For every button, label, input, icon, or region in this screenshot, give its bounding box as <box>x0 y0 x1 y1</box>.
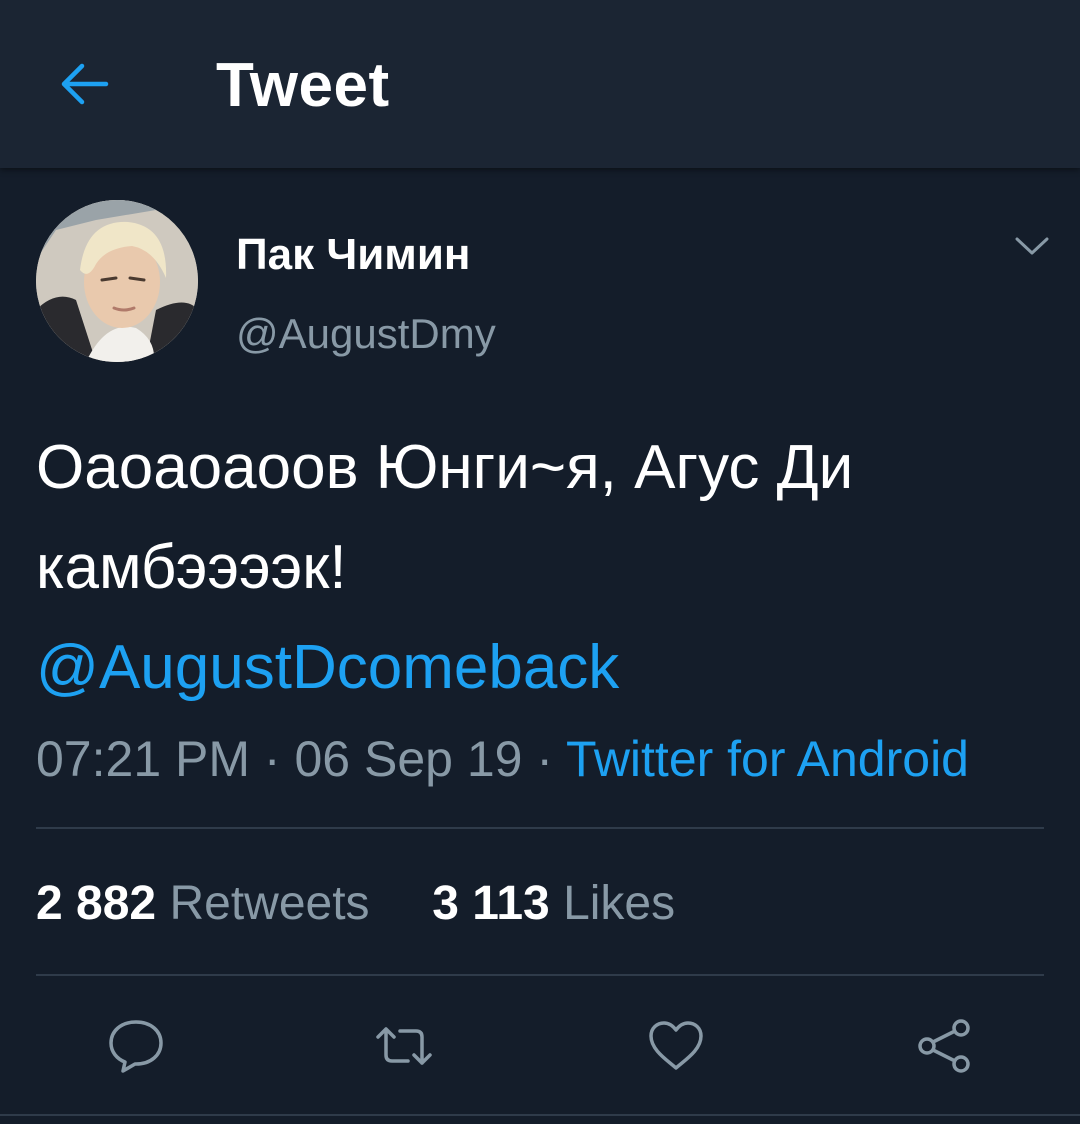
tweet-text: Оаоаоаоов Юнги~я, Агус Ди камбээээк! @Au… <box>36 418 1046 718</box>
mention-link[interactable]: @AugustDcomeback <box>36 618 1046 718</box>
page-title: Tweet <box>216 51 390 120</box>
tweet-text-line2: камбээээк! <box>36 533 347 602</box>
tweet-time: 07:21 PM <box>36 731 251 787</box>
avatar[interactable] <box>36 200 198 362</box>
likes-count: 3 113 <box>432 877 550 930</box>
avatar-image <box>36 200 198 362</box>
retweets-label: Retweets <box>169 877 370 930</box>
like-icon <box>649 1021 703 1070</box>
divider <box>0 1114 1080 1116</box>
reply-icon <box>109 1020 163 1073</box>
meta-separator: · <box>263 731 281 787</box>
tweet-text-line1: Оаоаоаоов Юнги~я, Агус Ди <box>36 433 854 502</box>
back-button[interactable] <box>52 56 116 112</box>
retweets-count: 2 882 <box>36 877 157 930</box>
retweets-stat[interactable]: 2 882 Retweets <box>36 877 383 930</box>
share-icon <box>918 1019 970 1073</box>
chevron-down-icon <box>1015 237 1049 255</box>
tweet-source-link[interactable]: Twitter for Android <box>566 731 969 787</box>
retweet-button[interactable] <box>372 1014 436 1078</box>
share-button[interactable] <box>912 1014 976 1078</box>
author-handle[interactable]: @AugustDmy <box>236 310 496 358</box>
divider <box>36 974 1044 976</box>
likes-stat[interactable]: 3 113 Likes <box>419 877 675 930</box>
author-display-name[interactable]: Пак Чимин <box>236 230 470 280</box>
retweet-icon <box>376 1027 432 1065</box>
meta-separator: · <box>536 731 554 787</box>
top-app-bar: Tweet <box>0 0 1080 168</box>
likes-label: Likes <box>563 877 676 930</box>
reply-button[interactable] <box>104 1014 168 1078</box>
divider <box>36 827 1044 829</box>
arrow-left-icon <box>61 63 109 105</box>
more-options-button[interactable] <box>1008 228 1056 264</box>
tweet-date: 06 Sep 19 <box>294 731 523 787</box>
tweet-metadata: 07:21 PM · 06 Sep 19 · Twitter for Andro… <box>36 730 969 788</box>
tweet-stats: 2 882 Retweets 3 113 Likes <box>36 876 675 931</box>
like-button[interactable] <box>644 1014 708 1078</box>
